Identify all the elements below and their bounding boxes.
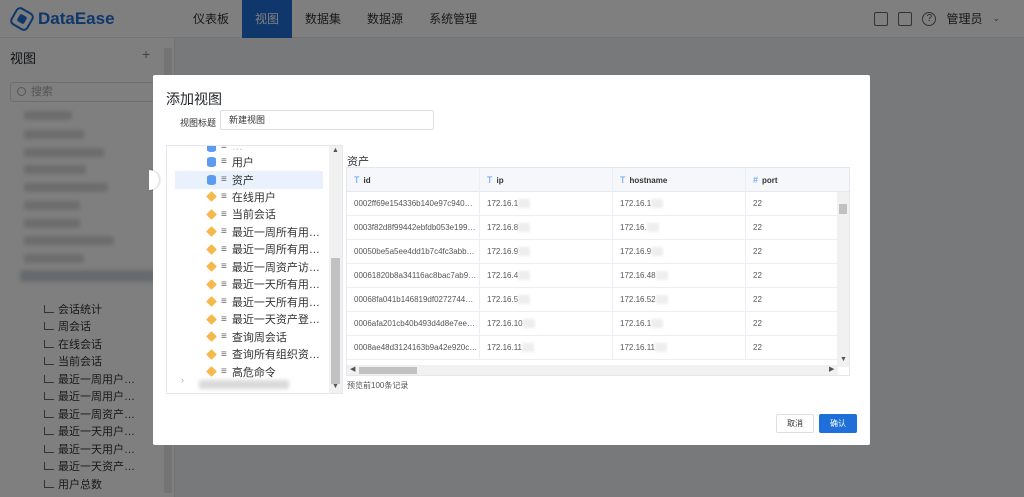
dataset-icon: ≡ [221, 191, 227, 203]
data-preview: 资产 Tid Tip Thostname # port 0002ff69e1543… [346, 145, 851, 394]
tree-item[interactable]: ≡ 当前会话 [167, 206, 332, 224]
cube-icon [206, 348, 217, 360]
view-name-label: 视图标题 [180, 118, 217, 128]
table-row: 00050be5a5ee4dd1b7c4fc3abb… 172.16.9 172… [347, 240, 838, 264]
text-type-icon: T [354, 175, 360, 185]
cube-icon [206, 226, 217, 238]
tree-scrollbar[interactable]: ▲ ▼ [329, 146, 342, 393]
caret-right-icon[interactable]: › [181, 375, 184, 385]
tree-item[interactable]: ≡ 最近一天资产登… [167, 311, 332, 329]
text-type-icon: T [620, 175, 626, 185]
scroll-down-icon[interactable]: ▼ [332, 383, 339, 390]
cube-icon [206, 191, 217, 203]
dataset-icon: ≡ [221, 156, 227, 168]
tree-item-selected[interactable]: ≡ 资产 [175, 171, 323, 189]
tree-item[interactable]: ≡ 最近一天所有用… [167, 276, 332, 294]
dataset-icon: ≡ [221, 296, 227, 308]
table-vertical-thumb[interactable] [839, 204, 847, 214]
dataset-icon: ≡ [221, 331, 227, 343]
tree-item[interactable]: ≡ 用户 [167, 153, 332, 171]
database-icon [207, 156, 216, 167]
cube-icon [206, 208, 217, 220]
dataset-icon: ≡ [221, 174, 227, 186]
tree-item[interactable]: ≡ 最近一周所有用… [167, 223, 332, 241]
scroll-left-icon[interactable]: ◀ [350, 365, 355, 373]
dataset-icon: ≡ [221, 366, 227, 378]
cube-icon [206, 296, 217, 308]
dataset-tree: ≡… ≡ 用户 ≡ 资产 ≡ 在线用户 ≡ 当前会话 ≡ 最近一周所有用… ≡ 最近一周所有… [166, 145, 343, 394]
dataset-icon: ≡ [221, 348, 227, 360]
tree-item[interactable]: ≡ 最近一周资产访… [167, 258, 332, 276]
preview-note: 预览前100条记录 [347, 381, 409, 390]
tree-item[interactable]: ≡ 查询周会话 [167, 328, 332, 346]
cube-icon [206, 366, 217, 378]
scroll-up-icon[interactable]: ▲ [332, 147, 339, 154]
scroll-right-icon[interactable]: ▶ [829, 365, 834, 373]
preview-table: Tid Tip Thostname # port 0002ff69e154336b… [346, 167, 850, 376]
tree-item[interactable]: ≡ 查询所有组织资… [167, 346, 332, 364]
dataset-icon: ≡ [221, 261, 227, 273]
table-row: 0006afa201cb40b493d4d8e7ee… 172.16.10 17… [347, 312, 838, 336]
cube-icon [206, 313, 217, 325]
tree-scroll-thumb[interactable] [331, 258, 340, 384]
cube-icon [206, 331, 217, 343]
tree-item[interactable]: ≡ 高危命令 [167, 363, 332, 381]
view-name-input[interactable]: 新建视图 [220, 110, 434, 130]
number-type-icon: # [753, 175, 759, 185]
column-header-port[interactable]: # port [746, 168, 849, 192]
column-header-hostname[interactable]: Thostname [613, 168, 746, 192]
cube-icon [206, 261, 217, 273]
dataset-icon: ≡ [221, 226, 227, 238]
dataset-icon: ≡ [221, 278, 227, 290]
dataset-icon: ≡ [221, 145, 227, 153]
collapse-handle[interactable] [149, 170, 159, 190]
dialog-title: 添加视图 [166, 91, 222, 107]
database-icon [207, 174, 216, 185]
dataset-icon: ≡ [221, 313, 227, 325]
table-header: Tid Tip Thostname # port [347, 168, 849, 192]
table-vertical-scrollbar[interactable]: ▼ [837, 192, 849, 367]
table-row: 0002ff69e154336b140e97c940… 172.16.1 172… [347, 192, 838, 216]
add-view-dialog: 添加视图 视图标题 新建视图 ≡… ≡ 用户 ≡ 资产 ≡ 在线用户 ≡ 当前会话 ≡ 最… [149, 75, 870, 445]
tree-item[interactable]: ≡ 在线用户 [167, 188, 332, 206]
database-icon [207, 146, 216, 152]
dataset-icon: ≡ [221, 243, 227, 255]
confirm-button[interactable]: 确认 [819, 414, 857, 433]
table-row: 00061820b8a34116ac8bac7ab9… 172.16.4 172… [347, 264, 838, 288]
cube-icon [206, 243, 217, 255]
table-row: 00068fa041b146819df0272744… 172.16.5 172… [347, 288, 838, 312]
cancel-button[interactable]: 取消 [776, 414, 814, 433]
dataset-icon: ≡ [221, 208, 227, 220]
cube-icon [206, 278, 217, 290]
table-row: 0008ae48d3124163b9a42e920c… 172.16.11 17… [347, 336, 838, 360]
tree-item[interactable]: ≡ 最近一周所有用… [167, 241, 332, 259]
scroll-down-icon[interactable]: ▼ [840, 356, 847, 363]
table-row: 0003f82d8f99442ebfdb053e199… 172.16.8 17… [347, 216, 838, 240]
table-horizontal-scrollbar[interactable]: ◀ ▶ [347, 365, 838, 375]
text-type-icon: T [487, 175, 493, 185]
column-header-ip[interactable]: Tip [480, 168, 613, 192]
column-header-id[interactable]: Tid [347, 168, 480, 192]
blurred-tree-item [199, 380, 289, 389]
tree-item[interactable]: ≡ 最近一天所有用… [167, 293, 332, 311]
table-horizontal-thumb[interactable] [359, 367, 417, 374]
